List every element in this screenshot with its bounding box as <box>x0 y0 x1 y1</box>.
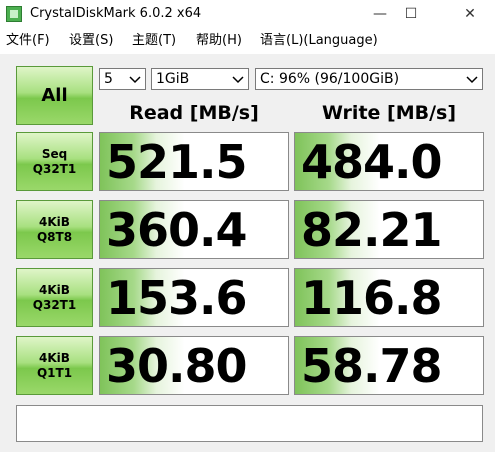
chevron-down-icon <box>466 76 478 84</box>
read-header: Read [MB/s] <box>129 102 259 124</box>
4kib-q32t1-button[interactable]: 4KiB Q32T1 <box>16 268 93 327</box>
count-select[interactable]: 5 <box>99 68 146 90</box>
menu-settings[interactable]: 设置(S) <box>69 32 113 50</box>
read-result-cell: 153.6 <box>99 268 289 327</box>
read-value: 30.80 <box>106 339 248 393</box>
write-result-cell: 116.8 <box>294 268 484 327</box>
seq-q32t1-button[interactable]: Seq Q32T1 <box>16 132 93 191</box>
close-button[interactable]: ✕ <box>448 0 492 28</box>
read-result-cell: 521.5 <box>99 132 289 191</box>
menu-theme[interactable]: 主题(T) <box>132 32 176 50</box>
write-value: 58.78 <box>301 339 443 393</box>
menu-language[interactable]: 语言(L)(Language) <box>260 32 378 50</box>
write-result-cell: 82.21 <box>294 200 484 259</box>
read-value: 521.5 <box>106 135 248 189</box>
drive-value: C: 96% (96/100GiB) <box>260 71 400 87</box>
write-value: 82.21 <box>301 203 443 257</box>
title-bar: CrystalDiskMark 6.0.2 x64 — ☐ ✕ <box>0 0 495 28</box>
all-button[interactable]: All <box>16 66 93 125</box>
read-value: 153.6 <box>106 271 248 325</box>
test-label-line2: Q8T8 <box>36 229 73 244</box>
menu-file[interactable]: 文件(F) <box>6 32 50 50</box>
write-value: 116.8 <box>301 271 443 325</box>
comment-field[interactable] <box>16 405 483 442</box>
menu-help[interactable]: 帮助(H) <box>196 32 242 50</box>
test-label-line1: 4KiB <box>39 214 70 229</box>
write-result-cell: 484.0 <box>294 132 484 191</box>
4kib-q1t1-button[interactable]: 4KiB Q1T1 <box>16 336 93 395</box>
test-label-line2: Q32T1 <box>32 297 77 312</box>
4kib-q8t8-button[interactable]: 4KiB Q8T8 <box>16 200 93 259</box>
size-select[interactable]: 1GiB <box>151 68 249 90</box>
chevron-down-icon <box>232 76 244 84</box>
size-value: 1GiB <box>156 71 190 87</box>
read-result-cell: 30.80 <box>99 336 289 395</box>
test-label-line1: 4KiB <box>39 282 70 297</box>
maximize-button[interactable]: ☐ <box>389 0 433 28</box>
write-result-cell: 58.78 <box>294 336 484 395</box>
read-value: 360.4 <box>106 203 248 257</box>
test-label-line2: Q1T1 <box>36 365 73 380</box>
write-header: Write [MB/s] <box>321 102 457 124</box>
test-label-line1: Seq <box>41 146 68 161</box>
read-result-cell: 360.4 <box>99 200 289 259</box>
test-label-line1: 4KiB <box>39 350 70 365</box>
app-icon <box>6 6 22 22</box>
menu-bar: 文件(F) 设置(S) 主题(T) 帮助(H) 语言(L)(Language) <box>0 28 495 54</box>
write-value: 484.0 <box>301 135 443 189</box>
chevron-down-icon <box>129 76 141 84</box>
window-title: CrystalDiskMark 6.0.2 x64 <box>30 6 202 21</box>
count-value: 5 <box>104 71 113 87</box>
drive-select[interactable]: C: 96% (96/100GiB) <box>255 68 483 90</box>
test-label-line2: Q32T1 <box>32 161 77 176</box>
